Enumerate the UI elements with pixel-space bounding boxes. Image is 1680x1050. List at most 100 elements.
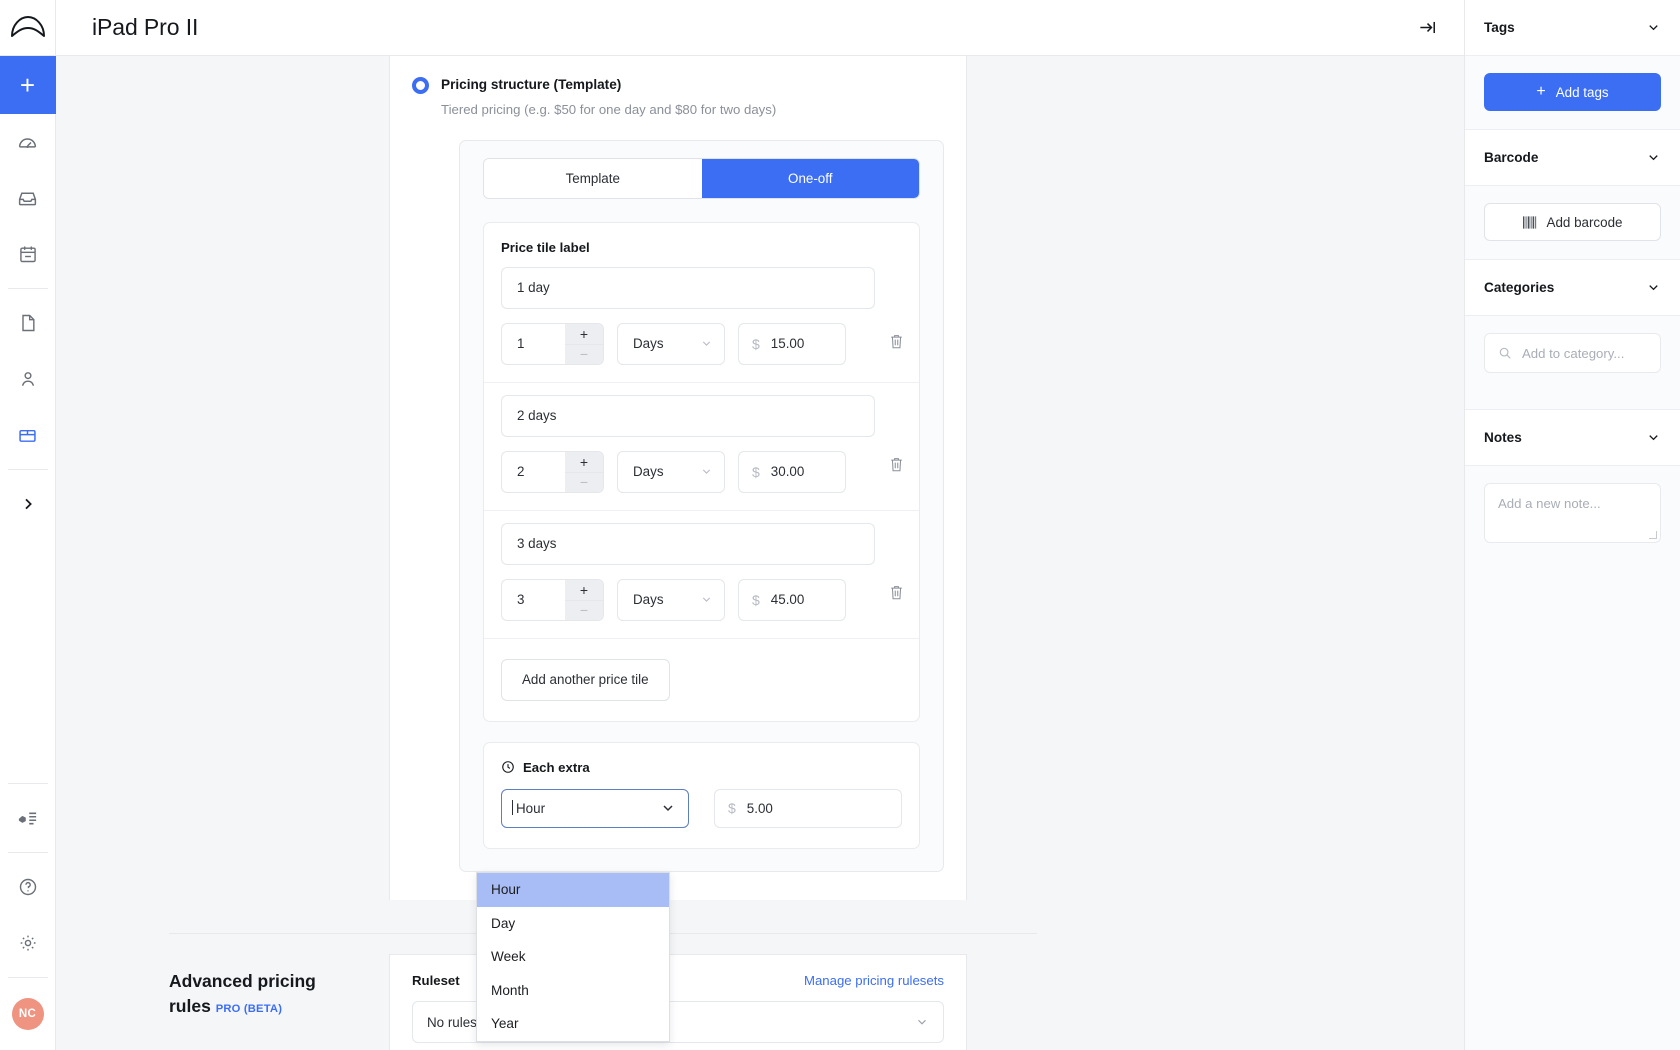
dropdown-option-year[interactable]: Year bbox=[477, 1007, 669, 1041]
price-tile-row: 2 days 2 + bbox=[484, 383, 919, 511]
dropdown-option-month[interactable]: Month bbox=[477, 974, 669, 1008]
price-input[interactable]: $ 45.00 bbox=[738, 579, 846, 621]
unit-select[interactable]: Days bbox=[617, 323, 725, 365]
avatar[interactable]: NC bbox=[12, 998, 44, 1030]
add-tags-label: Add tags bbox=[1556, 85, 1609, 100]
sidebar-item-help[interactable] bbox=[0, 859, 56, 915]
clock-icon bbox=[501, 760, 515, 774]
app-logo[interactable] bbox=[0, 0, 56, 56]
add-button[interactable]: + bbox=[0, 56, 56, 114]
content-scroll-area[interactable]: Pricing structure (Template) Tiered pric… bbox=[56, 56, 1464, 1050]
right-panel: Tags + Add tags Barcode bbox=[1464, 0, 1680, 1050]
chevron-down-icon bbox=[700, 593, 713, 606]
stepper-decrement-button[interactable]: − bbox=[565, 600, 603, 620]
box-icon bbox=[17, 425, 38, 446]
calendar-icon bbox=[18, 244, 38, 264]
category-search-placeholder: Add to category... bbox=[1522, 346, 1624, 361]
new-note-textarea[interactable]: Add a new note... bbox=[1484, 483, 1661, 543]
pricing-structure-title: Pricing structure (Template) bbox=[441, 76, 944, 94]
quantity-value[interactable]: 3 bbox=[502, 580, 565, 620]
tab-one-off[interactable]: One-off bbox=[702, 159, 920, 198]
sidebar-item-inbox[interactable] bbox=[0, 170, 56, 226]
price-input[interactable]: $ 30.00 bbox=[738, 451, 846, 493]
stepper-decrement-button[interactable]: − bbox=[565, 472, 603, 492]
tags-title: Tags bbox=[1484, 20, 1515, 35]
pricing-structure-card: Pricing structure (Template) Tiered pric… bbox=[389, 56, 967, 900]
trash-icon bbox=[889, 456, 904, 473]
question-circle-icon bbox=[18, 877, 38, 897]
each-extra-price-value: 5.00 bbox=[747, 801, 773, 816]
trash-icon bbox=[889, 333, 904, 350]
currency-symbol: $ bbox=[728, 800, 736, 816]
chevron-down-icon[interactable] bbox=[1646, 430, 1661, 445]
section-header-tags[interactable]: Tags bbox=[1465, 0, 1680, 56]
tile-label-input[interactable]: 2 days bbox=[501, 395, 875, 437]
page-title: iPad Pro II bbox=[92, 14, 198, 41]
each-extra-unit-select[interactable]: Hour bbox=[501, 789, 689, 828]
category-search-input[interactable]: Add to category... bbox=[1484, 333, 1661, 373]
collapse-panel-button[interactable] bbox=[1412, 13, 1442, 43]
pricing-structure-radio-row[interactable]: Pricing structure (Template) Tiered pric… bbox=[412, 76, 944, 118]
tab-template[interactable]: Template bbox=[484, 159, 702, 198]
sidebar-item-scanner[interactable] bbox=[0, 790, 56, 846]
barcode-title: Barcode bbox=[1484, 150, 1538, 165]
stepper-decrement-button[interactable]: − bbox=[565, 344, 603, 364]
quantity-stepper[interactable]: 2 + − bbox=[501, 451, 604, 493]
each-extra-price-input[interactable]: $ 5.00 bbox=[714, 789, 902, 828]
tile-label-input[interactable]: 3 days bbox=[501, 523, 875, 565]
dropdown-option-hour[interactable]: Hour bbox=[477, 873, 669, 907]
each-extra-title: Each extra bbox=[523, 760, 590, 775]
quantity-value[interactable]: 1 bbox=[502, 324, 565, 364]
manage-pricing-rulesets-link[interactable]: Manage pricing rulesets bbox=[804, 973, 944, 988]
add-barcode-button[interactable]: Add barcode bbox=[1484, 203, 1661, 241]
stepper-increment-button[interactable]: + bbox=[565, 452, 603, 472]
chevron-down-icon[interactable] bbox=[1646, 280, 1661, 295]
currency-symbol: $ bbox=[752, 464, 760, 480]
add-tile-wrapper: Add another price tile bbox=[484, 639, 919, 721]
sidebar-item-settings[interactable] bbox=[0, 915, 56, 971]
price-input[interactable]: $ 15.00 bbox=[738, 323, 846, 365]
tile-label-input[interactable]: 1 day bbox=[501, 267, 875, 309]
sidebar-item-customers[interactable] bbox=[0, 351, 56, 407]
tile-controls-row: 2 + − Days bbox=[501, 451, 902, 493]
quantity-stepper[interactable]: 1 + − bbox=[501, 323, 604, 365]
sidebar-item-inventory[interactable] bbox=[0, 407, 56, 463]
chevron-down-icon[interactable] bbox=[1646, 150, 1661, 165]
barcode-body: Add barcode bbox=[1465, 186, 1680, 260]
dropdown-option-week[interactable]: Week bbox=[477, 940, 669, 974]
add-barcode-label: Add barcode bbox=[1547, 215, 1623, 230]
section-header-categories[interactable]: Categories bbox=[1465, 260, 1680, 316]
gear-icon bbox=[18, 933, 38, 953]
chevron-down-icon[interactable] bbox=[1646, 20, 1661, 35]
stepper-increment-button[interactable]: + bbox=[565, 324, 603, 344]
notes-title: Notes bbox=[1484, 430, 1522, 445]
stepper-increment-button[interactable]: + bbox=[565, 580, 603, 600]
add-tags-button[interactable]: + Add tags bbox=[1484, 73, 1661, 111]
delete-tile-button[interactable] bbox=[889, 333, 904, 350]
pricing-structure-radio[interactable] bbox=[412, 77, 429, 94]
sidebar-expand-button[interactable] bbox=[0, 476, 56, 532]
sidebar-item-dashboard[interactable] bbox=[0, 114, 56, 170]
price-value: 15.00 bbox=[771, 336, 805, 351]
unit-select[interactable]: Days bbox=[617, 451, 725, 493]
each-extra-card: Each extra Hour $ 5.00 bbox=[483, 742, 920, 849]
unit-select[interactable]: Days bbox=[617, 579, 725, 621]
rail-divider-5 bbox=[8, 977, 48, 978]
section-header-notes[interactable]: Notes bbox=[1465, 410, 1680, 466]
resize-handle-icon[interactable] bbox=[1649, 531, 1657, 539]
price-value: 45.00 bbox=[771, 592, 805, 607]
add-another-price-tile-button[interactable]: Add another price tile bbox=[501, 659, 670, 701]
user-icon bbox=[18, 369, 38, 389]
section-header-barcode[interactable]: Barcode bbox=[1465, 130, 1680, 186]
pricing-mode-segmented-control[interactable]: Template One-off bbox=[483, 158, 920, 199]
delete-tile-button[interactable] bbox=[889, 456, 904, 473]
ruleset-label: Ruleset bbox=[412, 973, 460, 988]
dropdown-option-day[interactable]: Day bbox=[477, 907, 669, 941]
sidebar-item-calendar[interactable] bbox=[0, 226, 56, 282]
each-extra-unit-dropdown[interactable]: Hour Day Week Month Year bbox=[476, 872, 670, 1042]
note-placeholder: Add a new note... bbox=[1498, 496, 1601, 511]
quantity-value[interactable]: 2 bbox=[502, 452, 565, 492]
delete-tile-button[interactable] bbox=[889, 584, 904, 601]
sidebar-item-documents[interactable] bbox=[0, 295, 56, 351]
quantity-stepper[interactable]: 3 + − bbox=[501, 579, 604, 621]
